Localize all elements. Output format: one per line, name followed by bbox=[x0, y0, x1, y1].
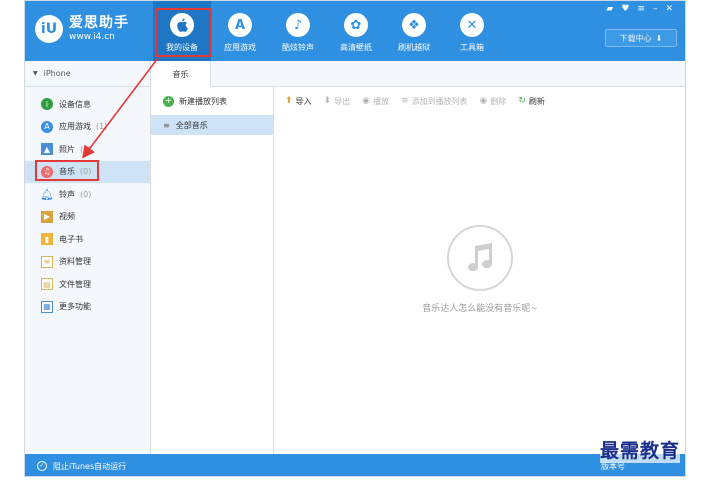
watermark-text: 最需教育 bbox=[600, 436, 681, 463]
annotation-arrow bbox=[82, 57, 159, 159]
